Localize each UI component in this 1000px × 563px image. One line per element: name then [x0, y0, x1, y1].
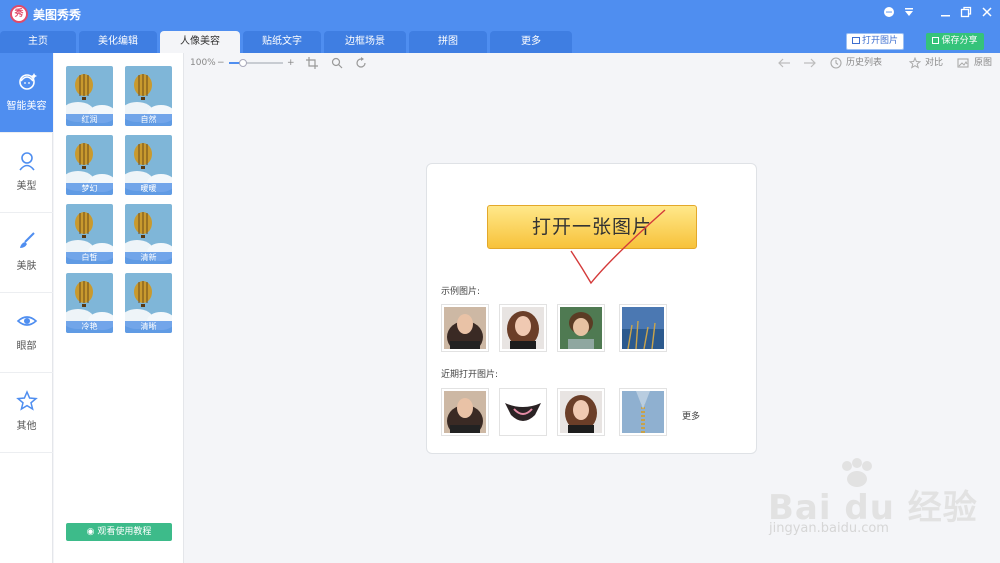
image-icon — [851, 37, 860, 44]
baidu-jingyan-watermark: Bai du 经验 jingyan.baidu.com — [765, 458, 985, 548]
zipper-texture-photo — [622, 391, 664, 433]
face-shape-icon — [18, 152, 35, 171]
effect-warm[interactable]: 暖暖 — [125, 135, 172, 195]
effect-label: 梦幻 — [66, 183, 113, 195]
effect-cool[interactable]: 冷艳 — [66, 273, 113, 333]
effect-label: 自然 — [125, 114, 172, 126]
left-nav: 智能美容 美型 美肤 眼部 其他 — [0, 53, 53, 563]
watermark-url: jingyan.baidu.com — [769, 521, 889, 536]
woman-portrait-photo — [444, 307, 486, 349]
crop-icon[interactable] — [306, 57, 318, 69]
magnifier-icon[interactable] — [331, 57, 343, 69]
woman-portrait-photo-2 — [560, 391, 602, 433]
tab-more[interactable]: 更多 — [490, 31, 572, 53]
undo-icon[interactable] — [777, 57, 791, 69]
zoom-level: 100% — [190, 58, 216, 68]
history-list-button[interactable]: 历史列表 — [846, 57, 882, 69]
export-icon — [932, 37, 940, 44]
app-logo: 秀 — [10, 5, 28, 23]
recent-photo-garment[interactable] — [499, 388, 547, 436]
effect-natural[interactable]: 自然 — [125, 66, 172, 126]
title-bar: 秀 美图秀秀 — [0, 0, 1000, 28]
minimize-icon[interactable] — [934, 4, 956, 24]
original-image-button[interactable]: 原图 — [974, 57, 992, 69]
effects-panel: 红润 自然 梦幻 暖暖 白皙 清新 冷艳 清晰 ◉ 观看使用教程 — [54, 53, 184, 563]
tab-stickers-text[interactable]: 贴纸文字 — [243, 31, 321, 53]
effect-rosy[interactable]: 红润 — [66, 66, 113, 126]
sample-photo-woman-2[interactable] — [499, 304, 547, 352]
open-image-button[interactable]: 打开图片 — [846, 33, 904, 50]
nav-smart-beauty[interactable]: 智能美容 — [0, 53, 53, 133]
zoom-out-icon[interactable]: − — [217, 57, 225, 69]
effect-label: 冷艳 — [66, 321, 113, 333]
history-icon — [830, 57, 842, 69]
nav-eyes-label: 眼部 — [16, 341, 37, 352]
nav-skin[interactable]: 美肤 — [0, 213, 53, 293]
tab-beautify-edit[interactable]: 美化编辑 — [79, 31, 157, 53]
effect-label: 暖暖 — [125, 183, 172, 195]
sample-photo-woman[interactable] — [441, 304, 489, 352]
skin-brush-icon — [19, 232, 35, 248]
tab-collage[interactable]: 拼图 — [409, 31, 487, 53]
effect-label: 清晰 — [125, 321, 172, 333]
watch-tutorial-label: 观看使用教程 — [97, 527, 152, 537]
tab-home[interactable]: 主页 — [0, 31, 76, 53]
zoom-slider[interactable] — [229, 59, 283, 67]
child-portrait-photo — [560, 307, 602, 349]
effect-label: 白皙 — [66, 252, 113, 264]
recent-photo-woman-2[interactable] — [557, 388, 605, 436]
save-share-button[interactable]: 保存分享 — [926, 33, 984, 50]
nav-other[interactable]: 其他 — [0, 373, 53, 453]
compare-icon — [909, 57, 921, 69]
effect-fair[interactable]: 白皙 — [66, 204, 113, 264]
chat-icon[interactable] — [878, 4, 900, 24]
restore-icon[interactable] — [955, 4, 977, 24]
original-image-icon — [957, 58, 969, 68]
effect-clear[interactable]: 清晰 — [125, 273, 172, 333]
watch-tutorial-button[interactable]: ◉ 观看使用教程 — [66, 523, 172, 541]
zoom-in-icon[interactable]: + — [287, 57, 295, 69]
tab-portrait-beauty[interactable]: 人像美容 — [160, 31, 240, 53]
recent-photo-woman[interactable] — [441, 388, 489, 436]
nav-other-label: 其他 — [16, 421, 37, 432]
canvas-toolbar: 100% − + 历史列表 对比 原图 — [185, 53, 1000, 73]
more-recent-link[interactable]: 更多 — [682, 409, 700, 422]
recent-photo-zipper[interactable] — [619, 388, 667, 436]
woman-portrait-photo-2 — [502, 307, 544, 349]
recent-images-label: 近期打开图片: — [441, 370, 499, 380]
nav-face-shape-label: 美型 — [16, 181, 37, 192]
save-share-label: 保存分享 — [941, 36, 978, 46]
eye-icon: ◉ — [86, 527, 95, 537]
compare-button[interactable]: 对比 — [925, 57, 943, 69]
nav-skin-label: 美肤 — [16, 261, 37, 272]
smart-beauty-icon — [18, 73, 37, 90]
rotate-icon[interactable] — [355, 57, 367, 69]
open-image-label: 打开图片 — [861, 36, 898, 46]
effect-label: 红润 — [66, 114, 113, 126]
sample-photo-seaside[interactable] — [619, 304, 667, 352]
garment-photo — [502, 391, 544, 433]
woman-portrait-photo — [444, 391, 486, 433]
close-icon[interactable] — [976, 4, 998, 24]
dropdown-icon[interactable] — [898, 4, 920, 24]
star-icon — [15, 390, 38, 411]
nav-smart-beauty-label: 智能美容 — [6, 101, 47, 112]
redo-icon[interactable] — [803, 57, 817, 69]
effect-label: 清新 — [125, 252, 172, 264]
nav-face-shape[interactable]: 美型 — [0, 133, 53, 213]
tab-frames-scenes[interactable]: 边框场景 — [324, 31, 406, 53]
nav-eyes[interactable]: 眼部 — [0, 293, 53, 373]
open-image-card: 打开一张图片 示例图片: 近期打开图片: 更多 — [426, 163, 757, 454]
effect-fresh[interactable]: 清新 — [125, 204, 172, 264]
app-title: 美图秀秀 — [33, 8, 82, 22]
handdrawn-check-mark — [570, 209, 666, 285]
sample-images-label: 示例图片: — [441, 287, 481, 297]
eye-icon — [16, 316, 37, 326]
sample-photo-child[interactable] — [557, 304, 605, 352]
zoom-slider-handle[interactable] — [238, 59, 247, 67]
effect-dreamy[interactable]: 梦幻 — [66, 135, 113, 195]
seaside-grass-photo — [622, 307, 664, 349]
